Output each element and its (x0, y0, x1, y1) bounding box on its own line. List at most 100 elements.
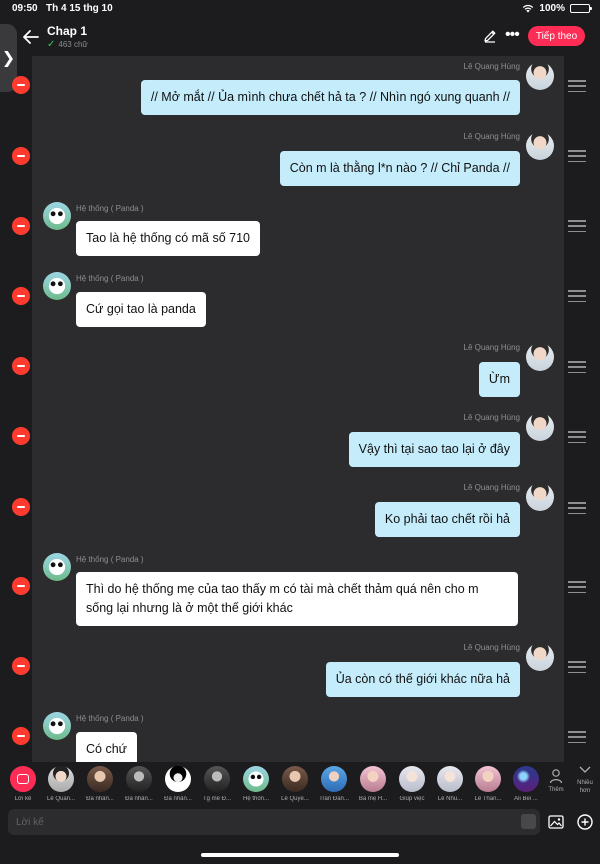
message-bubble[interactable]: Ko phải tao chết rồi hả (374, 502, 520, 537)
character-item[interactable]: Hệ thốn... (237, 766, 275, 802)
avatar[interactable] (526, 483, 554, 511)
message-sender: Lê Quang Hùng (463, 413, 521, 422)
avatar (437, 766, 463, 792)
delete-message-button[interactable] (12, 357, 30, 375)
delete-message-button[interactable] (12, 427, 30, 445)
ellipsis-icon[interactable]: ••• (505, 26, 523, 46)
character-narration[interactable]: Lời kể (4, 766, 42, 802)
avatar (360, 766, 386, 792)
chevron-right-icon: ❯ (1, 50, 16, 67)
message-bubble[interactable]: Ừm (478, 362, 520, 397)
avatar (243, 766, 269, 792)
avatar (399, 766, 425, 792)
character-item[interactable]: Tg mê Đ... (198, 766, 236, 802)
message-sender: Hệ thống ( Panda ) (76, 204, 144, 213)
back-arrow-icon[interactable] (20, 26, 42, 48)
battery-icon (570, 4, 592, 13)
character-strip: Lời kể Lê Quan... Đa nhân... Đa nhân... … (0, 762, 600, 808)
character-item[interactable]: Đa nhân... (159, 766, 197, 802)
header-bar: Chap 1 ✓ 463 chữ ••• Tiếp theo (0, 18, 600, 56)
message-sender: Lê Quang Hùng (463, 643, 521, 652)
drag-handle-icon[interactable] (568, 80, 586, 92)
message-sender: Lê Quang Hùng (463, 483, 521, 492)
avatar (321, 766, 347, 792)
avatar[interactable] (43, 712, 71, 740)
drag-handle-icon[interactable] (568, 581, 586, 593)
avatar[interactable] (526, 413, 554, 441)
word-count-row: ✓ 463 chữ (47, 39, 88, 50)
next-chapter-button[interactable]: Tiếp theo (528, 26, 585, 46)
pencil-icon[interactable] (482, 28, 498, 44)
character-item[interactable]: Lê Quan... (42, 766, 80, 802)
more-characters-button[interactable]: Nhiều hơn (574, 766, 596, 795)
avatar[interactable] (526, 132, 554, 160)
plus-circle-icon[interactable] (577, 814, 593, 830)
delete-message-button[interactable] (12, 727, 30, 745)
character-item[interactable]: Lê Quyề... (276, 766, 314, 802)
delete-message-button[interactable] (12, 657, 30, 675)
delete-message-button[interactable] (12, 577, 30, 595)
message-bubble[interactable]: Cứ gọi tao là panda (76, 292, 206, 327)
avatar (475, 766, 501, 792)
message-input[interactable] (16, 814, 496, 830)
avatar (282, 766, 308, 792)
input-square-icon[interactable] (521, 814, 536, 829)
person-icon (549, 768, 563, 784)
word-count: 463 chữ (58, 40, 88, 49)
wifi-icon (522, 4, 534, 13)
drag-handle-icon[interactable] (568, 220, 586, 232)
character-item[interactable]: Trần Đăn... (315, 766, 353, 802)
message-bubble[interactable]: Tao là hệ thống có mã số 710 (76, 221, 261, 256)
delete-message-button[interactable] (12, 76, 30, 94)
message-bubble[interactable]: Thì do hệ thống mẹ của tao thấy m có tài… (76, 572, 518, 626)
delete-message-button[interactable] (12, 498, 30, 516)
avatar (87, 766, 113, 792)
character-item[interactable]: Lê Than... (469, 766, 507, 802)
avatar (165, 766, 191, 792)
status-time: 09:50 (12, 3, 38, 14)
avatar[interactable] (526, 643, 554, 671)
message-bubble[interactable]: Còn m là thằng l*n nào ? // Chỉ Panda // (279, 151, 520, 186)
character-item[interactable]: Đa nhân... (81, 766, 119, 802)
message-sender: Lê Quang Hùng (463, 132, 521, 141)
avatar[interactable] (526, 62, 554, 90)
drag-handle-icon[interactable] (568, 361, 586, 373)
message-bubble[interactable]: Vậy thì tại sao tao lại ở đây (348, 432, 520, 467)
delete-message-button[interactable] (12, 217, 30, 235)
chapter-title: Chap 1 (47, 24, 88, 38)
message-sender: Hệ thống ( Panda ) (76, 274, 144, 283)
drag-handle-icon[interactable] (568, 502, 586, 514)
character-item[interactable]: Ba mẹ H... (354, 766, 392, 802)
delete-message-button[interactable] (12, 287, 30, 305)
message-bubble[interactable]: // Mở mắt // Ủa mình chưa chết hả ta ? /… (140, 80, 520, 115)
drag-handle-icon[interactable] (568, 661, 586, 673)
character-item[interactable]: Ali Bei ... (507, 766, 545, 802)
drag-handle-icon[interactable] (568, 150, 586, 162)
drag-handle-icon[interactable] (568, 731, 586, 743)
avatar[interactable] (43, 202, 71, 230)
avatar[interactable] (43, 272, 71, 300)
avatar (513, 766, 539, 792)
battery-percent: 100% (539, 3, 565, 14)
image-icon[interactable] (548, 815, 564, 829)
character-item[interactable]: Giúp việc (393, 766, 431, 802)
status-bar: 09:50 Th 4 15 thg 10 100% (0, 0, 600, 18)
home-indicator (201, 853, 399, 857)
check-icon: ✓ (47, 39, 56, 50)
message-sender: Lê Quang Hùng (463, 343, 521, 352)
avatar (204, 766, 230, 792)
status-date: Th 4 15 thg 10 (46, 3, 113, 14)
narration-icon (10, 766, 36, 792)
status-right: 100% (522, 3, 592, 14)
character-item[interactable]: Đa nhân... (120, 766, 158, 802)
add-character-button[interactable]: Thêm (545, 768, 567, 793)
message-bubble[interactable]: Ủa còn có thế giới khác nữa hả (325, 662, 520, 697)
delete-message-button[interactable] (12, 147, 30, 165)
drag-handle-icon[interactable] (568, 290, 586, 302)
avatar[interactable] (526, 343, 554, 371)
avatar (48, 766, 74, 792)
drag-handle-icon[interactable] (568, 431, 586, 443)
app-screen: 09:50 Th 4 15 thg 10 100% Chap 1 ✓ 463 c… (0, 0, 600, 864)
avatar[interactable] (43, 553, 71, 581)
character-item[interactable]: Lê Nhu... (431, 766, 469, 802)
